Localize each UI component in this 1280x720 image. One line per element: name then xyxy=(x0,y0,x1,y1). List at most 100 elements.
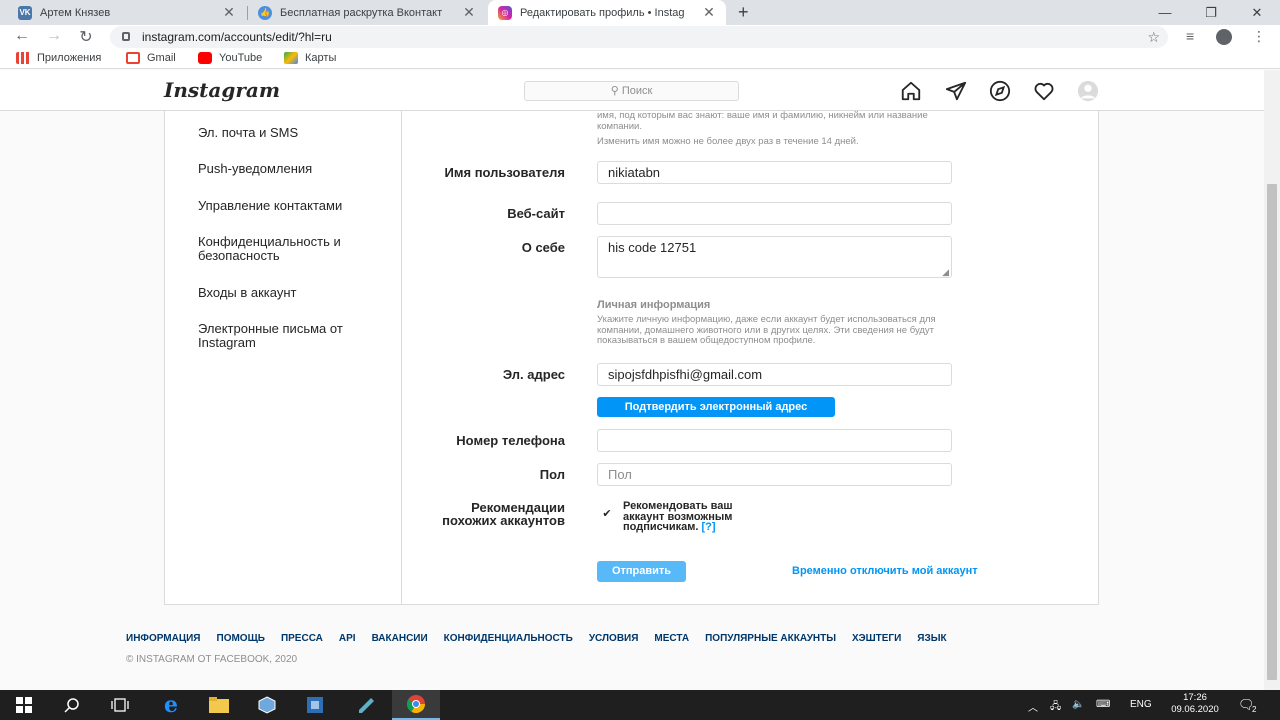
windows-start-icon[interactable] xyxy=(0,690,48,720)
footer-link-hashtags[interactable]: ХЭШТЕГИ xyxy=(852,633,901,644)
app-cube-icon[interactable] xyxy=(243,690,291,720)
network-icon[interactable]: 🖧 xyxy=(1050,699,1061,716)
footer-link-terms[interactable]: УСЛОВИЯ xyxy=(589,633,639,644)
media-queue-icon[interactable]: ≡ xyxy=(1186,28,1194,44)
sidebar-item-privacy[interactable]: Конфиденциальность и безопасность xyxy=(198,235,388,263)
apps-icon xyxy=(16,52,30,64)
tab-vk[interactable]: VK Артем Князев ✕ xyxy=(8,0,246,25)
username-field[interactable]: nikiatabn xyxy=(597,161,952,184)
heart-icon[interactable] xyxy=(1033,80,1055,102)
new-tab-icon[interactable]: + xyxy=(738,2,749,23)
page-scrollbar[interactable] xyxy=(1264,70,1280,690)
sidebar-item-push[interactable]: Push-уведомления xyxy=(198,162,388,176)
bookmark-label: Карты xyxy=(305,52,337,64)
personal-info-help: Укажите личную информацию, даже если акк… xyxy=(597,314,936,346)
clock-time: 17:26 xyxy=(1183,692,1207,703)
name-help-text: имя, под которым вас знают: ваше имя и ф… xyxy=(597,110,928,132)
recommendations-checkbox[interactable]: ✔ xyxy=(601,508,613,520)
footer-link-about[interactable]: ИНФОРМАЦИЯ xyxy=(126,633,201,644)
footer-link-jobs[interactable]: ВАКАНСИИ xyxy=(372,633,428,644)
page-viewport: Instagram ⚲ Поиск Эл. почта и SMS Push-у… xyxy=(0,70,1264,690)
reload-icon[interactable]: ↻ xyxy=(76,27,96,47)
search-icon[interactable] xyxy=(48,690,96,720)
footer-link-locations[interactable]: МЕСТА xyxy=(654,633,689,644)
tab-title: Бесплатная раскрутка Вконтакт xyxy=(280,6,443,19)
avatar[interactable] xyxy=(1077,80,1099,102)
explore-icon[interactable] xyxy=(989,80,1011,102)
disable-account-link[interactable]: Временно отключить мой аккаунт xyxy=(792,565,978,577)
bookmark-label: Gmail xyxy=(147,52,176,64)
recommendations-help-link[interactable]: [?] xyxy=(701,521,715,533)
footer-link-api[interactable]: API xyxy=(339,633,356,644)
home-icon[interactable] xyxy=(900,80,922,102)
notes-app-icon[interactable] xyxy=(342,690,390,720)
footer-link-press[interactable]: ПРЕССА xyxy=(281,633,323,644)
window-close-icon[interactable]: ✕ xyxy=(1234,0,1280,25)
gender-field[interactable]: Пол xyxy=(597,463,952,486)
bookmark-maps[interactable]: Карты xyxy=(284,52,336,64)
search-input[interactable]: ⚲ Поиск xyxy=(524,81,739,101)
lock-icon xyxy=(122,32,130,41)
address-bar[interactable]: instagram.com/accounts/edit/?hl=ru ☆ xyxy=(110,26,1168,48)
url-text: instagram.com/accounts/edit/?hl=ru xyxy=(142,30,332,44)
clock-date: 09.06.2020 xyxy=(1171,704,1219,715)
bookmark-star-icon[interactable]: ☆ xyxy=(1147,26,1160,48)
system-clock[interactable]: 17:26 09.06.2020 xyxy=(1160,692,1230,716)
minimize-icon[interactable]: — xyxy=(1142,0,1188,25)
email-field[interactable]: sipojsfdhpisfhi@gmail.com xyxy=(597,363,952,386)
menu-dots-icon[interactable]: ⋮ xyxy=(1252,28,1266,45)
recommendations-text: Рекомендовать ваш аккаунт возможным подп… xyxy=(623,501,773,533)
recommendations-description: Рекомендовать ваш аккаунт возможным подп… xyxy=(623,500,733,533)
recommendations-label: Рекомендации похожих аккаунтов xyxy=(442,500,565,528)
resize-handle-icon[interactable]: ◢ xyxy=(942,268,949,277)
name-change-limit: Изменить имя можно не более двух раз в т… xyxy=(597,136,859,147)
task-view-icon[interactable] xyxy=(96,690,144,720)
footer-link-language[interactable]: ЯЗЫК xyxy=(917,633,946,644)
sidebar-item-emails-from-instagram[interactable]: Электронные письма от Instagram xyxy=(198,322,388,350)
bio-textarea[interactable]: his code 12751 ◢ xyxy=(597,236,952,278)
username-label: Имя пользователя xyxy=(444,165,565,180)
website-field[interactable] xyxy=(597,202,952,225)
direct-icon[interactable] xyxy=(945,80,967,102)
settings-sidebar: Эл. почта и SMS Push-уведомления Управле… xyxy=(165,111,402,605)
close-icon[interactable]: ✕ xyxy=(462,4,476,21)
volume-icon[interactable]: 🔈 xyxy=(1072,699,1084,710)
forward-icon[interactable]: → xyxy=(44,27,64,45)
youtube-icon xyxy=(198,52,212,64)
website-label: Веб-сайт xyxy=(507,206,565,221)
language-indicator[interactable]: ENG xyxy=(1130,699,1152,710)
scrollbar-thumb[interactable] xyxy=(1267,184,1277,680)
gmail-icon xyxy=(126,52,140,64)
sidebar-item-login-activity[interactable]: Входы в аккаунт xyxy=(198,286,388,300)
footer-link-help[interactable]: ПОМОЩЬ xyxy=(217,633,265,644)
virtualbox-icon[interactable] xyxy=(291,690,339,720)
profile-avatar-icon[interactable] xyxy=(1216,29,1232,45)
phone-field[interactable] xyxy=(597,429,952,452)
tab-raskrutka[interactable]: 👍 Бесплатная раскрутка Вконтакт ✕ xyxy=(248,0,486,25)
keyboard-icon[interactable]: ⌨ xyxy=(1096,699,1110,710)
footer-link-top-accounts[interactable]: ПОПУЛЯРНЫЕ АККАУНТЫ xyxy=(705,633,836,644)
bookmark-youtube[interactable]: YouTube xyxy=(198,52,262,64)
sidebar-item-contacts[interactable]: Управление контактами xyxy=(198,199,388,213)
footer-link-privacy[interactable]: КОНФИДЕНЦИАЛЬНОСТЬ xyxy=(444,633,573,644)
tab-title: Артем Князев xyxy=(40,6,111,19)
sidebar-item-email-sms[interactable]: Эл. почта и SMS xyxy=(198,126,388,140)
close-icon[interactable]: ✕ xyxy=(702,4,716,21)
instagram-logo[interactable]: Instagram xyxy=(164,78,280,102)
bookmark-apps[interactable]: Приложения xyxy=(16,52,101,64)
close-icon[interactable]: ✕ xyxy=(222,4,236,21)
personal-info-title: Личная информация xyxy=(597,299,711,311)
chevron-up-icon[interactable]: ︿ xyxy=(1028,699,1038,714)
submit-button[interactable]: Отправить xyxy=(597,561,686,582)
instagram-header: Instagram ⚲ Поиск xyxy=(0,70,1264,111)
back-icon[interactable]: ← xyxy=(12,27,32,45)
file-explorer-icon[interactable] xyxy=(195,690,243,720)
bookmark-gmail[interactable]: Gmail xyxy=(126,52,176,64)
chrome-icon[interactable] xyxy=(392,690,440,720)
tab-instagram[interactable]: ◎ Редактировать профиль • Instag ✕ xyxy=(488,0,726,25)
confirm-email-button[interactable]: Подтвердить электронный адрес xyxy=(597,397,835,417)
edge-browser-icon[interactable]: e xyxy=(147,690,195,720)
browser-tabstrip: VK Артем Князев ✕ 👍 Бесплатная раскрутка… xyxy=(0,0,1280,25)
tab-title: Редактировать профиль • Instag xyxy=(520,6,685,19)
restore-icon[interactable]: ❐ xyxy=(1188,0,1234,25)
